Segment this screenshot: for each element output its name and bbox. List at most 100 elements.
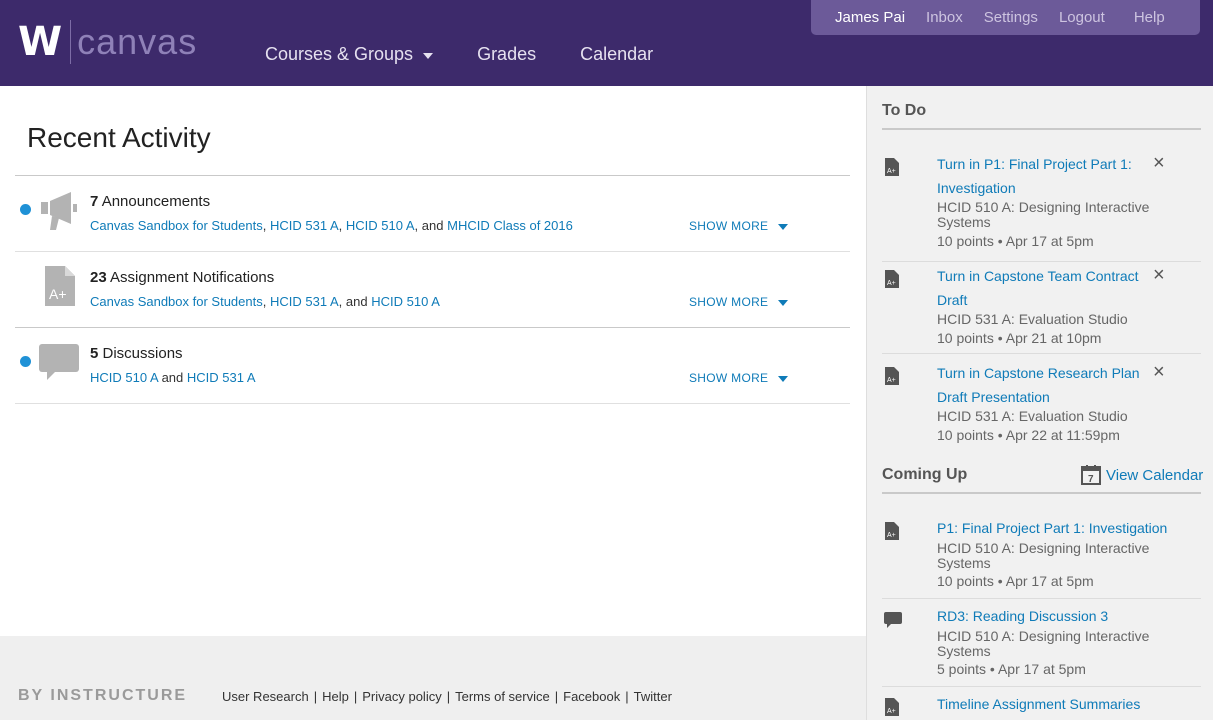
canvas-logo[interactable]: W canvas bbox=[18, 20, 197, 64]
course-link[interactable]: HCID 531 A bbox=[270, 294, 339, 309]
todo-item-title[interactable]: Turn in Capstone Team Contract Draft bbox=[937, 264, 1152, 312]
activity-label: Announcements bbox=[101, 193, 211, 210]
view-calendar-link[interactable]: 7 View Calendar bbox=[1081, 465, 1203, 485]
discussion-icon bbox=[884, 612, 902, 628]
course-link[interactable]: Canvas Sandbox for Students bbox=[90, 218, 263, 233]
assignment-icon: A+ bbox=[885, 158, 899, 176]
megaphone-icon bbox=[41, 192, 77, 230]
view-calendar-label: View Calendar bbox=[1106, 466, 1204, 484]
footer: BY INSTRUCTURE User Research | Help | Priv… bbox=[0, 636, 866, 720]
activity-assignment-notifications: A+ 23 Assignment Notifications Canvas Sa… bbox=[15, 252, 850, 328]
footer-link-user-research[interactable]: User Research bbox=[222, 689, 309, 704]
footer-link-help[interactable]: Help bbox=[322, 689, 349, 704]
item-divider bbox=[882, 686, 1201, 687]
todo-item: A+ Turn in Capstone Research Plan Draft P… bbox=[882, 361, 1201, 451]
course-link[interactable]: HCID 531 A bbox=[187, 370, 256, 385]
coming-up-heading-rule bbox=[882, 492, 1201, 494]
separator: , bbox=[262, 294, 267, 309]
user-profile-link[interactable]: James Pai bbox=[835, 9, 905, 26]
separator: , bbox=[338, 294, 343, 309]
calendar-icon: 7 bbox=[1081, 465, 1101, 485]
close-icon[interactable]: × bbox=[1153, 361, 1165, 384]
separator: and bbox=[421, 218, 444, 233]
logo-divider bbox=[70, 20, 72, 64]
todo-title-line: Investigation bbox=[937, 180, 1016, 196]
coming-up-item-course: HCID 510 A: Designing Interactive System… bbox=[937, 540, 1150, 571]
course-link[interactable]: HCID 510 A bbox=[371, 294, 440, 309]
todo-item-title[interactable]: Turn in P1: Final Project Part 1: Investi… bbox=[937, 152, 1152, 200]
recent-activity-list: 7 Announcements Canvas Sandbox for Stude… bbox=[15, 175, 850, 404]
course-link[interactable]: Canvas Sandbox for Students bbox=[90, 294, 263, 309]
right-sidebar: To Do A+ Turn in P1: Final Project Part … bbox=[866, 86, 1213, 720]
footer-divider: | bbox=[353, 689, 358, 704]
coming-up-item-title[interactable]: Timeline Assignment Summaries bbox=[937, 692, 1197, 716]
svg-text:A+: A+ bbox=[887, 280, 896, 287]
close-icon[interactable]: × bbox=[1153, 264, 1165, 287]
course-link[interactable]: HCID 510 A bbox=[346, 218, 415, 233]
footer-link-privacy[interactable]: Privacy policy bbox=[362, 689, 441, 704]
todo-title-line: Turn in P1: Final Project Part 1: bbox=[937, 156, 1132, 172]
footer-link-twitter[interactable]: Twitter bbox=[634, 689, 672, 704]
footer-link-facebook[interactable]: Facebook bbox=[563, 689, 620, 704]
nav-grades[interactable]: Grades bbox=[477, 44, 536, 65]
separator: , bbox=[262, 218, 267, 233]
todo-title-line: Turn in Capstone Team Contract bbox=[937, 268, 1139, 284]
show-more-button[interactable]: SHOW MORE bbox=[689, 371, 789, 385]
footer-link-terms[interactable]: Terms of service bbox=[455, 689, 550, 704]
assignment-icon: A+ bbox=[885, 270, 899, 288]
footer-divider: | bbox=[446, 689, 451, 704]
logout-link[interactable]: Logout bbox=[1059, 9, 1105, 26]
show-more-label: SHOW MORE bbox=[689, 295, 769, 309]
show-more-label: SHOW MORE bbox=[689, 371, 769, 385]
show-more-button[interactable]: SHOW MORE bbox=[689, 219, 789, 233]
activity-title[interactable]: 23 Assignment Notifications bbox=[90, 269, 274, 286]
user-nav: James Pai Inbox Settings Logout Help bbox=[811, 0, 1200, 35]
todo-item: A+ Turn in P1: Final Project Part 1: Inve… bbox=[882, 152, 1201, 252]
coming-up-item: A+ Timeline Assignment Summaries bbox=[882, 692, 1201, 720]
unread-indicator bbox=[20, 204, 31, 215]
item-divider bbox=[882, 353, 1201, 354]
coming-up-item-title[interactable]: P1: Final Project Part 1: Investigation bbox=[937, 516, 1197, 540]
separator: , bbox=[338, 218, 343, 233]
unread-indicator bbox=[20, 356, 31, 367]
main-content: Recent Activity 7 Announcements Canvas S… bbox=[0, 86, 866, 636]
activity-course-links: HCID 510 A and HCID 531 A bbox=[90, 370, 256, 385]
svg-text:A+: A+ bbox=[887, 168, 896, 175]
nav-courses-groups[interactable]: Courses & Groups bbox=[265, 44, 434, 65]
separator: and bbox=[345, 294, 368, 309]
coming-up-item-title[interactable]: RD3: Reading Discussion 3 bbox=[937, 604, 1197, 628]
instructure-brand[interactable]: BY INSTRUCTURE bbox=[18, 687, 187, 705]
page-title: Recent Activity bbox=[27, 122, 211, 153]
activity-course-links: Canvas Sandbox for Students, HCID 531 A,… bbox=[90, 294, 440, 309]
close-icon[interactable]: × bbox=[1153, 152, 1165, 175]
calendar-icon-day: 7 bbox=[1088, 474, 1094, 485]
discussion-icon bbox=[39, 344, 79, 380]
course-link[interactable]: MHCID Class of 2016 bbox=[447, 218, 573, 233]
todo-item-course: HCID 510 A: Designing Interactive System… bbox=[937, 199, 1150, 230]
inbox-link[interactable]: Inbox bbox=[926, 9, 963, 26]
todo-item-title[interactable]: Turn in Capstone Research Plan Draft Pres… bbox=[937, 361, 1152, 409]
nav-calendar-label: Calendar bbox=[580, 44, 654, 64]
coming-up-item-meta: 5 points • Apr 17 at 5pm bbox=[937, 661, 1086, 677]
course-link[interactable]: HCID 510 A bbox=[90, 370, 158, 385]
todo-item-meta: 10 points • Apr 17 at 5pm bbox=[937, 233, 1094, 249]
settings-link[interactable]: Settings bbox=[984, 9, 1038, 26]
todo-item-course: HCID 531 A: Evaluation Studio bbox=[937, 408, 1128, 424]
todo-heading-rule bbox=[882, 128, 1201, 130]
help-link[interactable]: Help bbox=[1134, 9, 1165, 26]
footer-divider: | bbox=[554, 689, 559, 704]
activity-discussions: 5 Discussions HCID 510 A and HCID 531 A … bbox=[15, 328, 850, 404]
activity-announcements: 7 Announcements Canvas Sandbox for Stude… bbox=[15, 176, 850, 252]
separator: , bbox=[414, 218, 419, 233]
course-link[interactable]: HCID 531 A bbox=[270, 218, 339, 233]
global-header: W canvas Courses & Groups Grades Calenda… bbox=[0, 0, 1213, 86]
activity-title[interactable]: 7 Announcements bbox=[90, 193, 210, 210]
svg-text:A+: A+ bbox=[49, 286, 67, 302]
coming-up-item: A+ P1: Final Project Part 1: Investigati… bbox=[882, 516, 1201, 596]
svg-text:A+: A+ bbox=[887, 377, 896, 384]
activity-title[interactable]: 5 Discussions bbox=[90, 345, 183, 362]
coming-up-heading: Coming Up bbox=[882, 466, 968, 483]
show-more-button[interactable]: SHOW MORE bbox=[689, 295, 789, 309]
nav-calendar[interactable]: Calendar bbox=[580, 44, 653, 65]
activity-count: 5 bbox=[90, 345, 99, 362]
